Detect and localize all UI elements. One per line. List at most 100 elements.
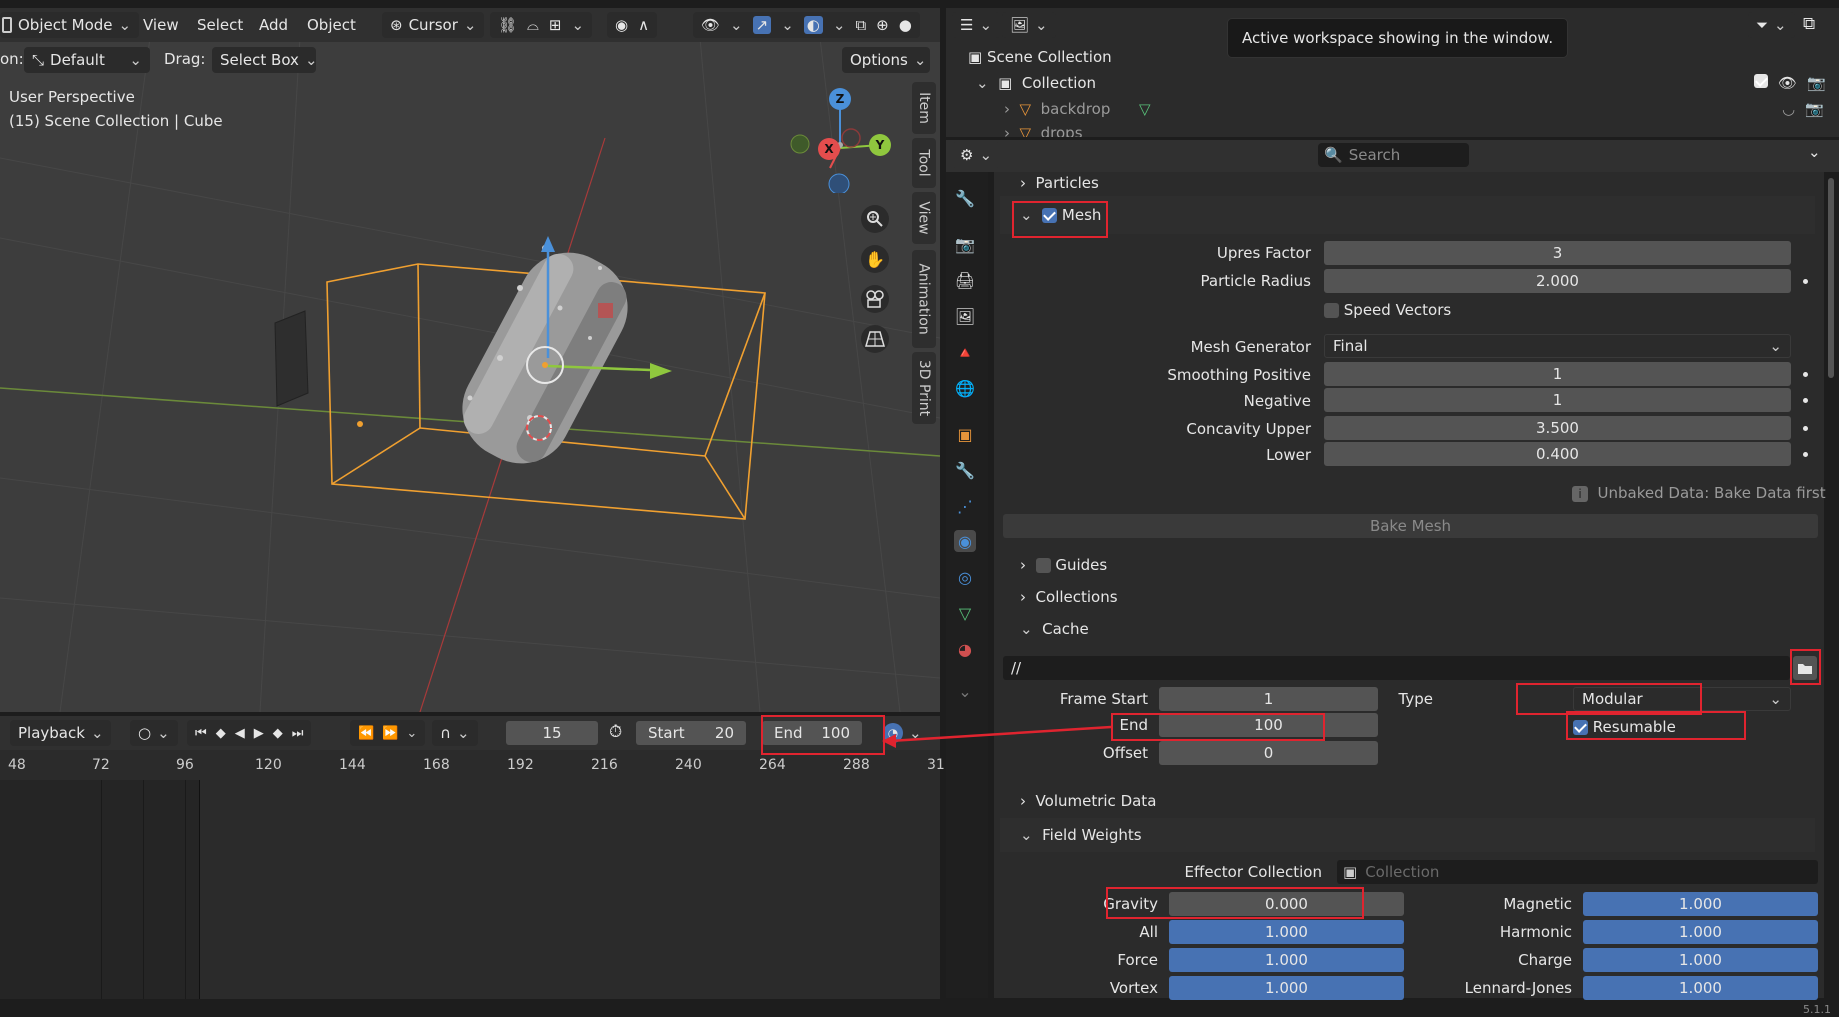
stopwatch-icon[interactable]: ⏱ (609, 722, 622, 742)
tool-tab-icon[interactable]: 🔧 (954, 187, 976, 209)
mesh-panel-header[interactable] (1000, 196, 1815, 234)
magnet-icon[interactable]: ∩ (440, 724, 451, 742)
smoothing-positive-field[interactable]: 1 (1324, 362, 1791, 386)
link-icon[interactable]: ⛓ (498, 16, 517, 34)
camera-icon[interactable]: 📷 (1807, 74, 1826, 92)
options-dropdown[interactable]: Options ⌄ (842, 47, 930, 73)
vortex-field[interactable]: 1.000 (1169, 976, 1404, 1000)
menu-object[interactable]: Object (307, 16, 356, 34)
animate-dot-icon[interactable] (1803, 279, 1808, 284)
clock-icon[interactable]: ◔ (883, 723, 903, 743)
prev-frame-icon[interactable]: ⏪ (358, 726, 374, 741)
constraints-tab-icon[interactable]: ◎ (954, 566, 976, 588)
modifiers-tab-icon[interactable]: 🔧 (954, 459, 976, 481)
chevron-right-icon[interactable]: › (1004, 100, 1010, 118)
animate-dot-icon[interactable] (1803, 452, 1808, 457)
tab-3d-print[interactable]: 3D Print (912, 352, 936, 424)
gizmo-y-axis[interactable]: Y (869, 134, 891, 156)
mode-dropdown[interactable]: Object Mode ⌄ (0, 12, 140, 38)
camera-view-icon[interactable] (861, 285, 889, 313)
tab-animation[interactable]: Animation (912, 250, 936, 348)
menu-add[interactable]: Add (259, 16, 288, 34)
outliner-item-drops[interactable]: › ▽ drops (1004, 124, 1204, 137)
upres-field[interactable]: 3 (1324, 241, 1791, 265)
orientation-dropdown[interactable]: ⤡ Default ⌄ (24, 47, 150, 73)
snap-increment-icon[interactable]: ⊞ (549, 16, 562, 34)
particles-panel[interactable]: › Particles (1020, 174, 1099, 192)
gravity-field[interactable]: 0.000 (1169, 892, 1404, 916)
animate-dot-icon[interactable] (1803, 398, 1808, 403)
magnet-icon[interactable]: ⌓ (527, 16, 539, 34)
drag-dropdown[interactable]: Select Box ⌄ (212, 47, 318, 73)
item-toggles[interactable]: ◡ 📷 (1782, 100, 1824, 118)
mesh-generator-dropdown[interactable]: Final ⌄ (1324, 334, 1791, 358)
outliner-scene-collection[interactable]: ▣ Scene Collection (968, 48, 1112, 66)
falloff-icon[interactable]: ∧ (638, 16, 649, 34)
gizmo-icon[interactable]: ↗ (752, 16, 772, 34)
tab-bar-collapse-icon[interactable]: ⌄ (954, 680, 976, 702)
eye-icon[interactable]: ◡ (1782, 100, 1795, 118)
proportional-toolbar[interactable]: ◉ ∧ (607, 12, 658, 38)
collections-panel[interactable]: › Collections (1020, 588, 1118, 606)
next-frame-icon[interactable]: ⏩ (382, 726, 398, 741)
menu-view[interactable]: View (143, 16, 179, 34)
negative-field[interactable]: 1 (1324, 388, 1791, 412)
pan-hand-icon[interactable]: ✋ (861, 245, 889, 273)
visibility-eye-icon[interactable]: 👁 (701, 16, 720, 34)
keying-dropdown[interactable]: ○ ⌄ (130, 720, 178, 746)
particle-radius-field[interactable]: 2.000 (1324, 269, 1791, 293)
particles-tab-icon[interactable]: ⋰ (954, 495, 976, 517)
record-icon[interactable]: ○ (138, 724, 151, 742)
object-tab-icon[interactable]: ▣ (954, 423, 976, 445)
bake-mesh-button[interactable]: Bake Mesh (1003, 514, 1818, 538)
snap-toolbar[interactable]: ⛓ ⌓ ⊞ ⌄ (490, 12, 593, 38)
tab-item[interactable]: Item (912, 82, 936, 134)
overlay-icon[interactable]: ◐ (803, 16, 823, 34)
data-tab-icon[interactable]: ▽ (954, 602, 976, 624)
concavity-upper-field[interactable]: 3.500 (1324, 416, 1791, 440)
folder-icon[interactable] (1793, 656, 1817, 680)
playback-controls[interactable]: ⏮ ◆ ◀ ▶ ◆ ⏭ (187, 720, 312, 746)
view-layer-tab-icon[interactable]: 🖼 (954, 305, 976, 327)
subframe-controls[interactable]: ⏪ ⏩ ⌄ (350, 720, 426, 746)
guides-panel[interactable]: › Guides (1020, 556, 1107, 574)
eye-icon[interactable]: 👁 (1778, 74, 1797, 92)
lower-field[interactable]: 0.400 (1324, 442, 1791, 466)
start-frame-field[interactable]: Start 20 (636, 721, 746, 745)
ortho-grid-icon[interactable] (861, 325, 889, 353)
xray-icon[interactable]: ⧉ (855, 16, 866, 34)
cache-type-dropdown[interactable]: Modular ⌄ (1573, 687, 1791, 711)
physics-tab-icon[interactable]: ◉ (954, 530, 976, 552)
solid-shading-icon[interactable]: ● (899, 16, 912, 34)
zoom-icon[interactable] (861, 205, 889, 233)
lennard-jones-field[interactable]: 1.000 (1583, 976, 1818, 1000)
properties-options-icon[interactable]: ⌄ (1808, 143, 1821, 161)
outliner-item-backdrop[interactable]: › ▽ backdrop ▽ (1004, 100, 1151, 118)
search-input[interactable]: 🔍 Search (1318, 143, 1469, 167)
mesh-panel[interactable]: ⌄ Mesh (1020, 206, 1101, 224)
viewport-shading-toolbar[interactable]: 👁 ⌄ ↗ ⌄ ◐ ⌄ ⧉ ⊕ ● (693, 12, 920, 38)
current-frame-field[interactable]: 15 (506, 721, 598, 745)
frame-start-field[interactable]: 1 (1159, 687, 1378, 711)
new-collection-icon[interactable]: ⧉ (1803, 14, 1815, 34)
cursor-dropdown[interactable]: ⊛ Cursor ⌄ (382, 12, 485, 38)
all-field[interactable]: 1.000 (1169, 920, 1404, 944)
editor-type-outliner-dropdown[interactable]: ☰ ⌄ (952, 12, 1001, 38)
play-icon[interactable]: ▶ (254, 726, 264, 741)
force-field[interactable]: 1.000 (1169, 948, 1404, 972)
jump-end-icon[interactable]: ⏭ (292, 726, 304, 741)
menu-select[interactable]: Select (197, 16, 243, 34)
cache-end-field[interactable]: 100 (1159, 713, 1378, 737)
editor-type-properties-dropdown[interactable]: ⚙ ⌄ (952, 142, 1001, 168)
auto-keying-dropdown[interactable]: ∩ ⌄ (432, 720, 478, 746)
viewport[interactable]: User Perspective (15) Scene Collection |… (0, 38, 940, 712)
scrollbar[interactable] (1828, 178, 1834, 378)
field-weights-panel[interactable]: ⌄ Field Weights (1020, 826, 1142, 844)
cache-path-input[interactable]: // (1003, 656, 1790, 680)
proportional-edit-icon[interactable]: ◉ (615, 16, 628, 34)
collection-toggles[interactable]: 👁 📷 (1754, 74, 1826, 92)
cache-panel[interactable]: ⌄ Cache (1020, 620, 1089, 638)
resumable-checkbox[interactable]: Resumable (1573, 718, 1676, 736)
chevron-right-icon[interactable]: › (1004, 124, 1010, 137)
mesh-checkbox[interactable] (1042, 208, 1058, 223)
